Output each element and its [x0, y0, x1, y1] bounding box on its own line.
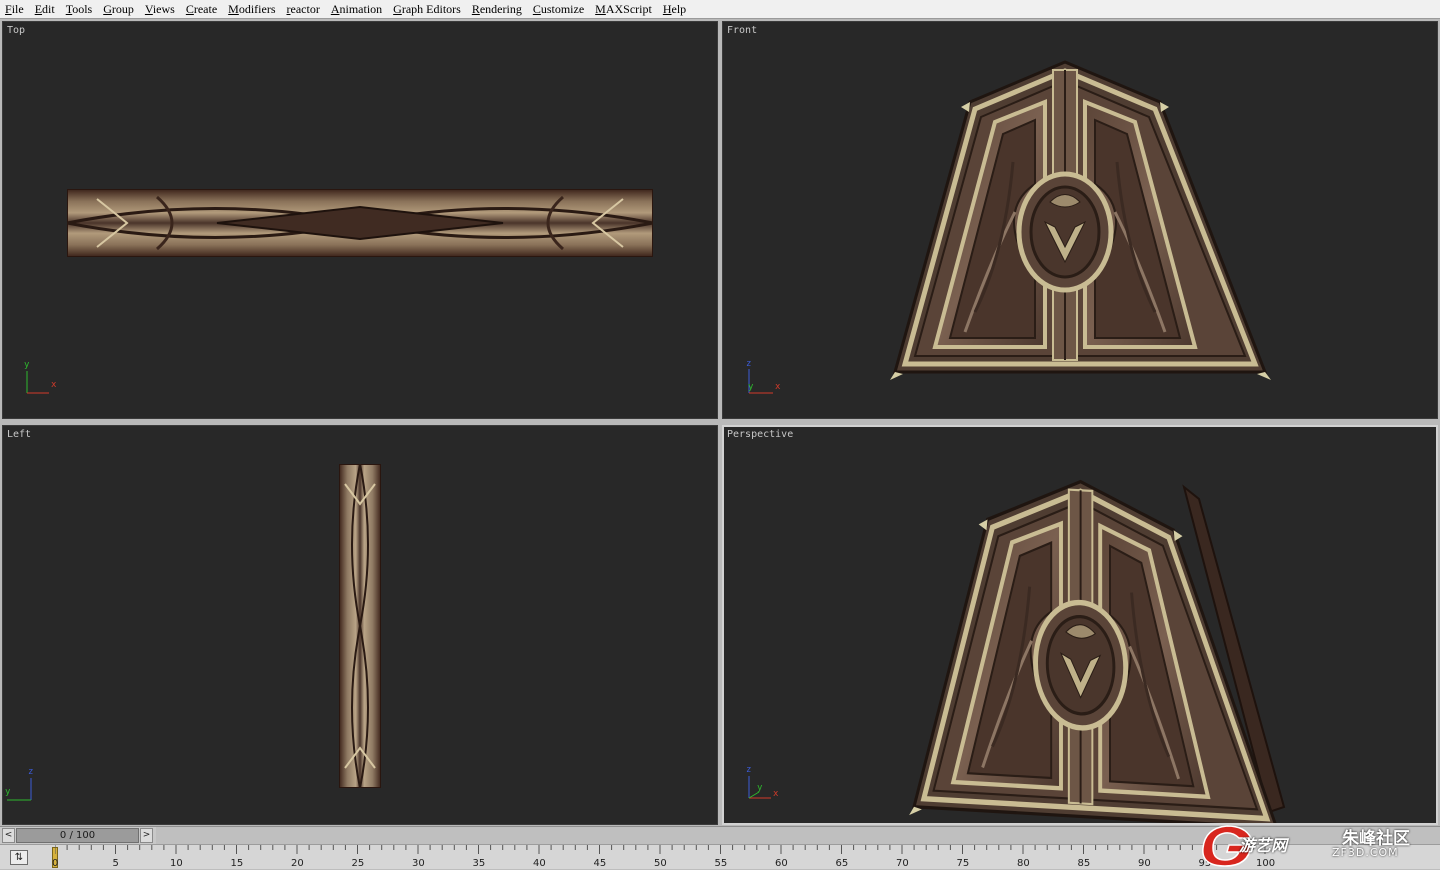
- menu-help[interactable]: Help: [658, 0, 692, 19]
- watermark: 游艺网 朱峰社区 ZF3D.COM: [1195, 818, 1440, 869]
- menu-modifiers[interactable]: Modifiers: [223, 0, 281, 19]
- watermark-site-name: 游艺网: [1239, 836, 1288, 855]
- axis-label-z: z: [746, 765, 751, 775]
- viewport-label-front[interactable]: Front: [727, 25, 757, 36]
- menu-group[interactable]: Group: [98, 0, 140, 19]
- menu-create[interactable]: Create: [181, 0, 223, 19]
- axis-label-y: y: [757, 783, 763, 793]
- timeline-tick-label: 85: [1077, 858, 1091, 869]
- left-view-object[interactable]: [339, 464, 381, 788]
- menu-animation[interactable]: Animation: [326, 0, 388, 19]
- key-mode-icon[interactable]: ⇅: [10, 850, 28, 865]
- axis-label-x: x: [773, 789, 779, 799]
- viewport-label-perspective[interactable]: Perspective: [727, 429, 793, 440]
- axis-label-z: z: [28, 767, 33, 777]
- time-slider[interactable]: 0 / 100: [16, 828, 139, 843]
- menu-tools[interactable]: Tools: [61, 0, 99, 19]
- viewport-perspective[interactable]: Perspective z y x: [722, 425, 1438, 825]
- timeline-tick-label: 65: [835, 858, 849, 869]
- viewport-left[interactable]: Left z y: [2, 425, 718, 825]
- axis-gizmo-top: y x: [21, 357, 61, 401]
- next-frame-button[interactable]: >: [140, 828, 153, 843]
- top-view-object[interactable]: [67, 189, 653, 257]
- timeline-tick-label: 15: [230, 858, 244, 869]
- axis-label-y: y: [24, 360, 30, 370]
- axis-label-z: z: [746, 359, 751, 369]
- menu-bar: File Edit Tools Group Views Create Modif…: [0, 0, 1440, 19]
- timeline-tick-label: 60: [775, 858, 788, 869]
- menu-reactor[interactable]: reactor: [282, 0, 326, 19]
- axis-label-x: x: [51, 380, 57, 390]
- perspective-view-object[interactable]: [914, 447, 1294, 817]
- timeline-tick-label: 40: [533, 858, 546, 869]
- timeline-tick-label: 25: [351, 858, 365, 869]
- timeline-tick-label: 80: [1017, 858, 1030, 869]
- viewport-area: Top y x Front z y x Left z y Perspective…: [0, 19, 1440, 826]
- timeline-tick-label: 35: [472, 858, 486, 869]
- timeline-tick-label: 45: [593, 858, 607, 869]
- menu-graph-editors[interactable]: Graph Editors: [388, 0, 467, 19]
- timeline-tick-label: 10: [170, 858, 183, 869]
- viewport-label-top[interactable]: Top: [7, 25, 25, 36]
- timeline-tick-label: 70: [896, 858, 909, 869]
- prev-frame-button[interactable]: <: [2, 828, 15, 843]
- menu-views[interactable]: Views: [140, 0, 181, 19]
- viewport-top[interactable]: Top y x: [2, 21, 718, 419]
- axis-gizmo-front: z y x: [745, 355, 785, 399]
- menu-customize[interactable]: Customize: [528, 0, 590, 19]
- menu-file[interactable]: File: [0, 0, 30, 19]
- timeline-tick-label: 55: [714, 858, 728, 869]
- axis-gizmo-left: z y: [5, 764, 45, 808]
- axis-label-x: x: [775, 382, 781, 392]
- front-view-object[interactable]: [895, 62, 1275, 387]
- axis-label-y: y: [748, 382, 754, 392]
- viewport-front[interactable]: Front z y x: [722, 21, 1438, 419]
- menu-rendering[interactable]: Rendering: [467, 0, 528, 19]
- axis-label-y: y: [5, 787, 11, 797]
- timeline-tick-label: 75: [956, 858, 970, 869]
- timeline-tick-label: 20: [291, 858, 304, 869]
- timeline-tick-label: 0: [52, 858, 59, 869]
- timeline-tick-label: 30: [412, 858, 425, 869]
- timeline-tick-label: 50: [654, 858, 667, 869]
- menu-edit[interactable]: Edit: [30, 0, 61, 19]
- timeline-tick-label: 5: [112, 858, 119, 869]
- viewport-label-left[interactable]: Left: [7, 429, 31, 440]
- watermark-domain: ZF3D.COM: [1332, 846, 1399, 859]
- axis-gizmo-perspective: z y x: [745, 762, 785, 806]
- menu-maxscript[interactable]: MAXScript: [590, 0, 658, 19]
- timeline-tick-label: 90: [1138, 858, 1151, 869]
